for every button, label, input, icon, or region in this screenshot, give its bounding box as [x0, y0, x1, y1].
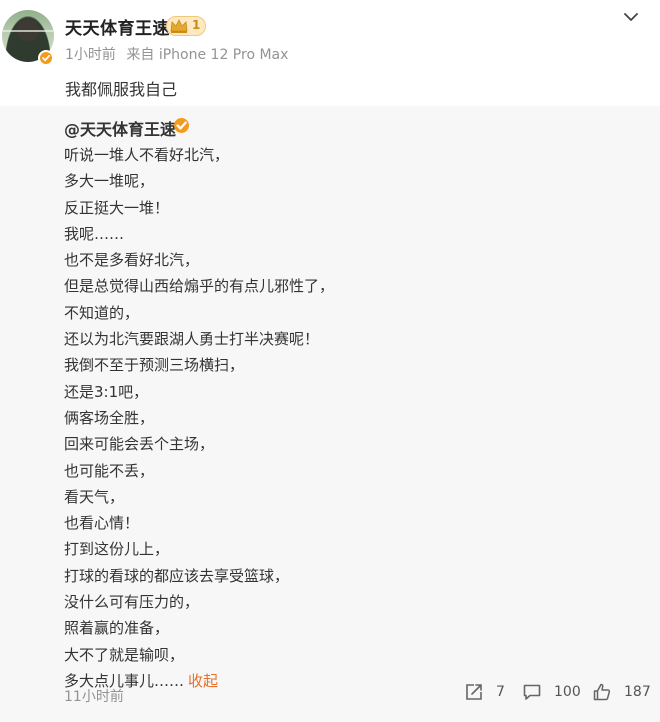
repost-line: 我倒不至于预测三场横扫， — [64, 356, 245, 375]
vip-crown-icon — [170, 19, 188, 33]
weibo-post: 天天体育王速 1 1小时前 来自 iPhone 12 Pro Max 我都佩服我… — [0, 0, 660, 722]
repost-line: 多大一堆呢， — [64, 172, 155, 191]
repost-line: 俩客场全胜， — [64, 408, 155, 427]
chevron-down-icon[interactable] — [622, 10, 640, 24]
share-icon — [466, 684, 482, 700]
repost-line: 还是3:1吧， — [64, 382, 149, 401]
repost-line: 打到这份儿上， — [64, 540, 170, 559]
repost-line: 反正挺大一堆！ — [64, 198, 170, 217]
post-meta: 1小时前 来自 iPhone 12 Pro Max — [65, 44, 294, 64]
avatar-background — [2, 30, 54, 32]
collapse-link[interactable]: 收起 — [188, 672, 218, 690]
repost-line: 看天气， — [64, 487, 125, 506]
repost-line: 也可能不丢， — [64, 461, 155, 480]
repost-line: 听说一堆人不看好北汽， — [64, 146, 230, 164]
like-icon — [593, 683, 611, 701]
repost-container[interactable]: @天天体育王速 听说一堆人不看好北汽， 多大一堆呢， 反正挺大一堆！ 我呢…… … — [0, 106, 660, 722]
like-count: 187 — [624, 684, 651, 700]
repost-time[interactable]: 11小时前 — [64, 686, 124, 706]
vip-badge[interactable]: 1 — [166, 16, 206, 36]
vip-level: 1 — [192, 18, 201, 32]
original-author[interactable]: @天天体育王速 — [64, 116, 176, 140]
repost-line: 大不了就是输呗， — [64, 645, 185, 664]
share-button[interactable]: 7 — [464, 682, 505, 702]
repost-line: 不知道的， — [64, 303, 140, 322]
comment-icon — [523, 684, 541, 700]
repost-body: 听说一堆人不看好北汽， 多大一堆呢， 反正挺大一堆！ 我呢…… 也不是多看好北汽… — [64, 142, 644, 694]
share-count: 7 — [496, 684, 505, 700]
verified-icon — [174, 118, 189, 133]
repost-line: 也看心情！ — [64, 514, 140, 533]
comment-count: 100 — [554, 684, 581, 700]
repost-line: 没什么可有压力的， — [64, 593, 200, 612]
repost-line: 也不是多看好北汽， — [64, 251, 200, 270]
username[interactable]: 天天体育王速 — [65, 14, 170, 39]
verified-icon — [38, 50, 54, 66]
comment-button[interactable]: 100 — [522, 682, 581, 702]
repost-line: 照着赢的准备， — [64, 619, 170, 638]
repost-line: 我呢…… — [64, 224, 125, 243]
repost-line: 回来可能会丢个主场， — [64, 435, 215, 454]
post-time[interactable]: 1小时前 — [65, 47, 116, 63]
like-button[interactable]: 187 — [592, 682, 651, 702]
repost-line: 还以为北汽要跟湖人勇士打半决赛呢！ — [64, 330, 320, 349]
post-text: 我都佩服我自己 — [65, 80, 178, 99]
post-source: 来自 iPhone 12 Pro Max — [126, 47, 289, 63]
repost-line: 但是总觉得山西给煽乎的有点儿邪性了， — [64, 277, 335, 296]
repost-line: 打球的看球的都应该去享受篮球， — [64, 566, 290, 585]
